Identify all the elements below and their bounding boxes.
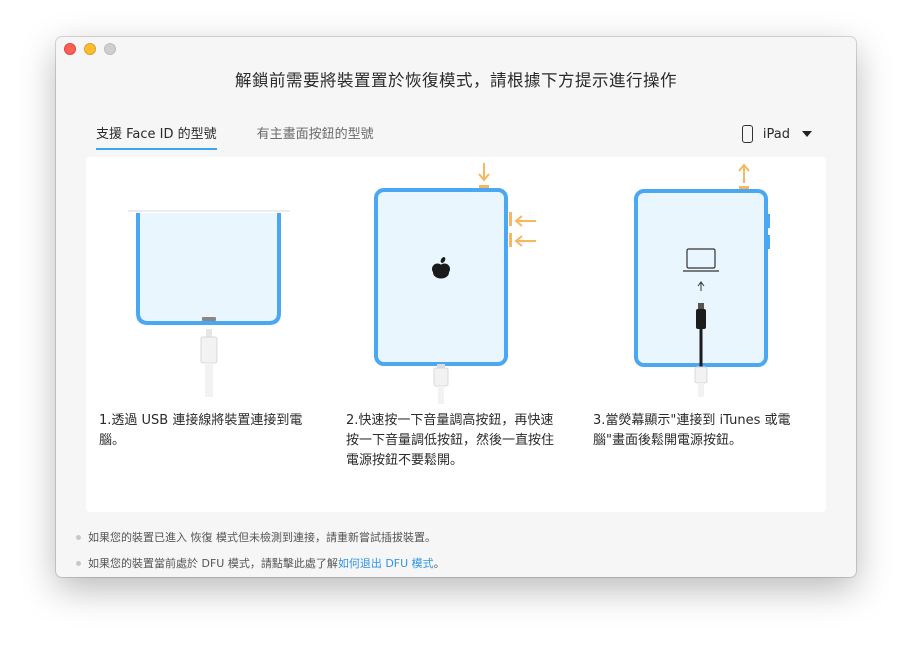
bullet-icon [76,560,81,566]
step-3-text: 3.當熒幕顯示"連接到 iTunes 或電腦"畫面後鬆開電源按鈕。 [593,413,791,448]
note-recovery-text: 如果您的裝置已進入 恢復 模式但未檢測到連接，請重新嘗試插拔裝置。 [88,531,436,544]
step-2-text: 2.快速按一下音量調高按鈕，再快速按一下音量調低按鈕，然後一直按住電源按鈕不要鬆… [346,413,555,468]
window-controls [64,43,116,55]
tab-face-id-models[interactable]: 支援 Face ID 的型號 [96,123,217,150]
device-type-value: iPad [762,126,790,142]
note-dfu-suffix: 。 [433,557,445,570]
ipad-connect-itunes-illustration [634,163,770,397]
minimize-window-button[interactable] [84,43,96,55]
note-dfu-text: 如果您的裝置當前處於 DFU 模式，請點擊此處了解 [88,557,338,570]
exit-dfu-mode-link[interactable]: 如何退出 DFU 模式 [338,557,434,570]
zoom-window-button[interactable] [104,43,116,55]
bullet-icon [76,534,81,540]
model-tabs: 支援 Face ID 的型號 有主畫面按鈕的型號 [96,123,374,150]
step-1: 1.透過 USB 連接線將裝置連接到電腦。 [86,157,326,512]
step-1-text: 1.透過 USB 連接線將裝置連接到電腦。 [99,413,303,448]
recovery-mode-window: 解鎖前需要將裝置置於恢復模式，請根據下方提示進行操作 支援 Face ID 的型… [56,37,856,577]
ipad-buttons-illustration [374,163,536,404]
step-2: 2.快速按一下音量調高按鈕，再快速按一下音量調低按鈕，然後一直按住電源按鈕不要鬆… [333,157,573,512]
page-title: 解鎖前需要將裝置置於恢復模式，請根據下方提示進行操作 [235,71,677,90]
close-window-button[interactable] [64,43,76,55]
note-recovery-retry: 如果您的裝置已進入 恢復 模式但未檢測到連接，請重新嘗試插拔裝置。 [76,529,436,545]
instructions-panel: 1.透過 USB 連接線將裝置連接到電腦。 2.快速按一下音量調高按鈕，再快速按… [86,157,826,512]
tablet-icon [741,125,753,143]
tab-home-button-models[interactable]: 有主畫面按鈕的型號 [257,123,374,150]
note-dfu-mode: 如果您的裝置當前處於 DFU 模式，請點擊此處了解如何退出 DFU 模式。 [76,555,445,571]
device-type-dropdown[interactable]: iPad [741,125,812,143]
chevron-down-icon [802,131,812,137]
step-3: 3.當熒幕顯示"連接到 iTunes 或電腦"畫面後鬆開電源按鈕。 [580,157,820,512]
ipad-cable-illustration [128,210,290,397]
